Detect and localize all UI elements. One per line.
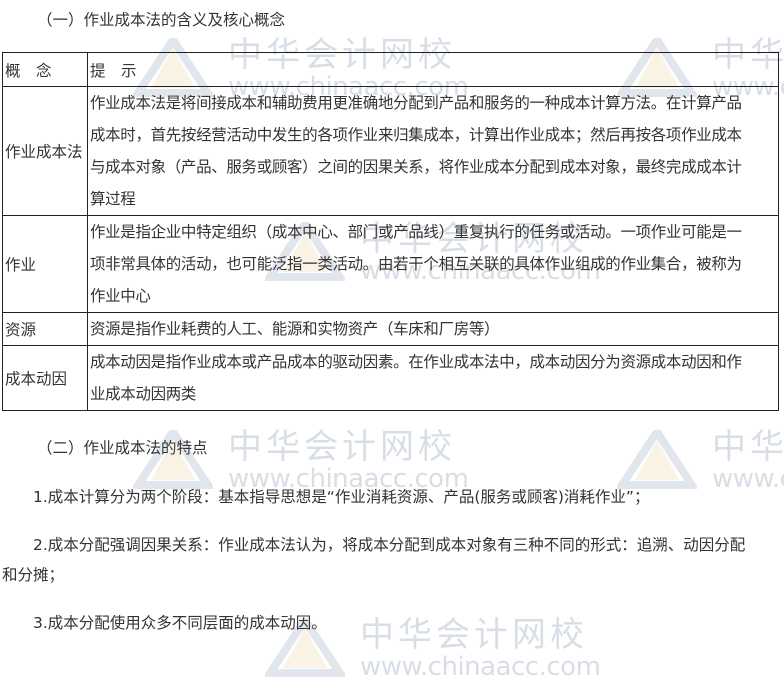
watermark-cn: 中华会计网校: [360, 615, 588, 655]
feature-point-continuation: 和分摊；: [2, 566, 65, 584]
text-line: 成本时，首先按经营活动中发生的各项作业来归集成本，计算出作业成本；然后再按各项作…: [90, 126, 742, 144]
text-line: 算过程: [90, 190, 136, 208]
watermark-en: www.chinaacc.com: [360, 652, 601, 682]
text-line: 作业是指企业中特定组织（成本中心、部门或产品线）重复执行的任务或活动。一项作业可…: [90, 223, 742, 241]
text-line: 成本动因是指作业成本或产品成本的驱动因素。在作业成本法中，成本动因分为资源成本动…: [90, 353, 742, 371]
table-header-row: 概 念 提 示: [2, 52, 779, 87]
text-line: 项非常具体的活动，也可能泛指一类活动。由若干个相互关联的具体作业组成的作业集合，…: [90, 255, 742, 273]
term-cell: 资源: [2, 312, 88, 346]
section-heading: （二）作业成本法的特点: [37, 439, 208, 457]
term-cell: 成本动因: [2, 345, 88, 411]
text-line: 与成本对象（产品、服务或顾客）之间的因果关系，将作业成本分配到成本对象，最终完成…: [90, 158, 742, 176]
watermark-cn: 中华会计网校: [228, 427, 456, 467]
text-line: 作业成本法是将间接成本和辅助费用更准确地分配到产品和服务的一种成本计算方法。在计…: [90, 94, 742, 112]
text-line: 业成本动因两类: [90, 385, 197, 403]
table-row: 作业成本法 作业成本法是将间接成本和辅助费用更准确地分配到产品和服务的一种成本计…: [2, 86, 779, 216]
feature-point: 2.成本分配强调因果关系：作业成本法认为，将成本分配到成本对象有三种不同的形式：…: [33, 536, 746, 554]
concept-table: 概 念 提 示 作业成本法 作业成本法是将间接成本和辅助费用更准确地分配到产品和…: [2, 52, 779, 411]
feature-point: 3.成本分配使用众多不同层面的成本动因。: [33, 614, 327, 632]
description-cell: 资源是指作业耗费的人工、能源和实物资产（车床和厂房等）: [87, 312, 779, 346]
header-cell: 概 念: [2, 52, 88, 87]
watermark: 中华会计网校www.chinaacc.com: [133, 427, 469, 492]
header-cell: 提 示: [87, 52, 779, 87]
term-cell: 作业: [2, 215, 88, 313]
section-heading: （一）作业成本法的含义及核心概念: [37, 11, 286, 29]
table-row: 资源 资源是指作业耗费的人工、能源和实物资产（车床和厂房等）: [2, 312, 779, 346]
description-cell: 作业是指企业中特定组织（成本中心、部门或产品线）重复执行的任务或活动。一项作业可…: [87, 215, 779, 313]
watermark-en: www.chinaacc.com: [712, 464, 784, 494]
table-row: 作业 作业是指企业中特定组织（成本中心、部门或产品线）重复执行的任务或活动。一项…: [2, 215, 779, 313]
watermark-cn: 中华会计网校: [712, 427, 784, 467]
text-line: 资源是指作业耗费的人工、能源和实物资产（车床和厂房等）: [90, 320, 500, 338]
description-cell: 成本动因是指作业成本或产品成本的驱动因素。在作业成本法中，成本动因分为资源成本动…: [87, 345, 779, 411]
watermark: 中华会计网校www.chinaacc.com: [265, 615, 601, 682]
term-cell: 作业成本法: [2, 86, 88, 216]
table-row: 成本动因 成本动因是指作业成本或产品成本的驱动因素。在作业成本法中，成本动因分为…: [2, 345, 779, 411]
watermark-logo-icon: [617, 430, 697, 489]
description-cell: 作业成本法是将间接成本和辅助费用更准确地分配到产品和服务的一种成本计算方法。在计…: [87, 86, 779, 216]
text-line: 作业中心: [90, 287, 151, 305]
watermark: 中华会计网校www.chinaacc.com: [617, 427, 784, 494]
feature-point: 1.成本计算分为两个阶段：基本指导思想是“作业消耗资源、产品(服务或顾客)消耗作…: [33, 488, 650, 506]
